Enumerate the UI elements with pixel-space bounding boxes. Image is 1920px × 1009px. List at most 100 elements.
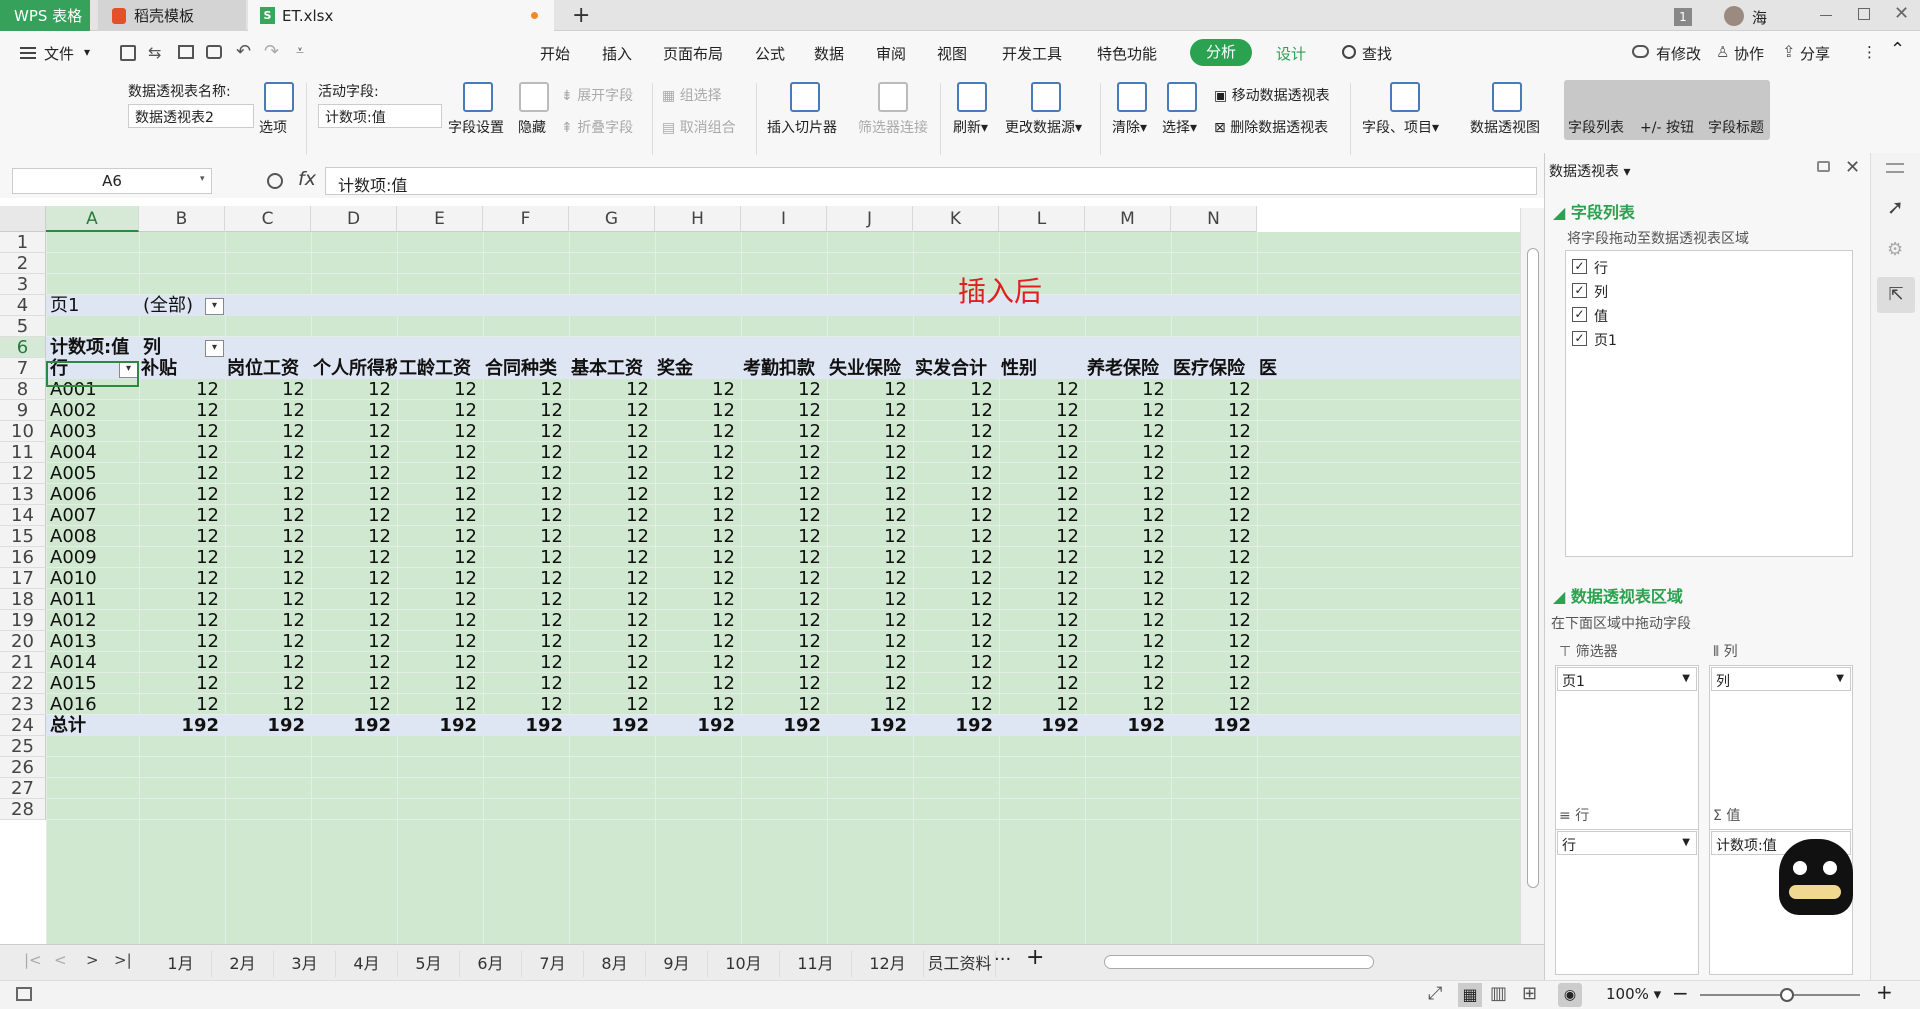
sheet-tab[interactable]: 12月 [852, 951, 924, 977]
pivot-value-cell[interactable]: 12 [225, 610, 305, 631]
pivot-value-cell[interactable]: 12 [741, 484, 821, 505]
sheet-tab[interactable]: 5月 [398, 951, 460, 977]
field-list-item[interactable]: ✓ 行 [1572, 257, 1772, 277]
move-pivot-button[interactable]: ▣ 移动数据透视表 [1214, 85, 1330, 105]
row-header-12[interactable]: 12 [0, 463, 46, 484]
pivot-value-cell[interactable]: 12 [311, 673, 391, 694]
pivot-value-cell[interactable]: 12 [311, 526, 391, 547]
pivot-value-cell[interactable]: 12 [1085, 610, 1165, 631]
close-window-icon[interactable]: ✕ [1894, 3, 1909, 24]
pivot-value-cell[interactable]: 12 [655, 610, 735, 631]
field-settings-button[interactable]: 字段设置 [448, 117, 504, 137]
row-header-28[interactable]: 28 [0, 799, 46, 820]
refresh-button[interactable]: 刷新▾ [953, 117, 988, 137]
grand-total-value[interactable]: 192 [311, 715, 391, 736]
expand-field-button[interactable]: ⇟ 展开字段 [561, 85, 633, 105]
pivot-value-cell[interactable]: 12 [225, 379, 305, 400]
pivot-value-cell[interactable]: 12 [999, 652, 1079, 673]
options-button[interactable]: 选项 [259, 117, 287, 137]
pivot-value-cell[interactable]: 12 [1085, 652, 1165, 673]
name-box[interactable]: A6 [12, 168, 212, 194]
pivot-value-cell[interactable]: 12 [655, 484, 735, 505]
tab-special-features[interactable]: 特色功能 [1097, 43, 1157, 64]
pivot-value-cell[interactable]: 12 [397, 610, 477, 631]
pivot-value-cell[interactable]: 12 [1171, 694, 1251, 715]
tab-docer-templates[interactable]: 稻壳模板 [98, 0, 246, 31]
tab-review[interactable]: 审阅 [876, 43, 906, 64]
pivot-panel-icon[interactable]: ⇱ [1877, 277, 1915, 313]
page-field-label[interactable]: 页1 [50, 295, 136, 316]
pivot-value-cell[interactable]: 12 [139, 547, 219, 568]
pivot-value-cell[interactable]: 12 [1085, 505, 1165, 526]
pivot-value-cell[interactable]: 12 [655, 379, 735, 400]
pivot-column-header[interactable]: 合同种类 [485, 358, 569, 379]
pivot-value-cell[interactable]: 12 [139, 568, 219, 589]
pivot-value-cell[interactable]: 12 [827, 484, 907, 505]
pivot-value-cell[interactable]: 12 [225, 547, 305, 568]
pivot-value-cell[interactable]: 12 [913, 694, 993, 715]
pivot-value-cell[interactable]: 12 [999, 694, 1079, 715]
pivot-row-label[interactable]: A002 [50, 400, 136, 421]
pivot-column-header[interactable]: 岗位工资 [227, 358, 311, 379]
pivot-value-cell[interactable]: 12 [827, 694, 907, 715]
pivot-value-cell[interactable]: 12 [483, 673, 563, 694]
pivot-value-cell[interactable]: 12 [999, 610, 1079, 631]
pivot-value-cell[interactable]: 12 [913, 610, 993, 631]
pivot-value-cell[interactable]: 12 [225, 673, 305, 694]
lock-icon[interactable] [1817, 161, 1830, 172]
pivot-value-cell[interactable]: 12 [827, 589, 907, 610]
pivot-value-cell[interactable]: 12 [741, 421, 821, 442]
pivot-value-cell[interactable]: 12 [569, 694, 649, 715]
zoom-slider-handle[interactable] [1780, 988, 1794, 1002]
pivot-value-cell[interactable]: 12 [139, 589, 219, 610]
save-icon[interactable] [120, 45, 136, 61]
pivot-value-cell[interactable]: 12 [569, 652, 649, 673]
tab-page-layout[interactable]: 页面布局 [663, 43, 723, 64]
pivot-value-cell[interactable]: 12 [655, 631, 735, 652]
row-header-27[interactable]: 27 [0, 778, 46, 799]
pivot-value-cell[interactable]: 12 [139, 379, 219, 400]
pivot-value-cell[interactable]: 12 [827, 505, 907, 526]
last-sheet-icon[interactable]: >| [114, 951, 132, 969]
pivot-value-cell[interactable]: 12 [655, 673, 735, 694]
pivot-value-cell[interactable]: 12 [311, 442, 391, 463]
pivot-value-cell[interactable]: 12 [397, 442, 477, 463]
column-header-k[interactable]: K [913, 206, 999, 232]
minimize-icon[interactable] [1820, 15, 1832, 16]
customize-toolbar-icon[interactable]: ⩡ [296, 43, 304, 59]
pivot-value-cell[interactable]: 12 [655, 589, 735, 610]
column-header-m[interactable]: M [1085, 206, 1171, 232]
pivot-value-cell[interactable]: 12 [999, 505, 1079, 526]
pivot-row-label[interactable]: A013 [50, 631, 136, 652]
pivot-row-label[interactable]: A011 [50, 589, 136, 610]
page-filter-dropdown[interactable]: ▾ [205, 298, 224, 315]
pivot-value-cell[interactable]: 12 [741, 589, 821, 610]
pivot-value-cell[interactable]: 12 [397, 421, 477, 442]
pivot-value-cell[interactable]: 12 [913, 505, 993, 526]
pivot-value-cell[interactable]: 12 [741, 400, 821, 421]
pivot-value-cell[interactable]: 12 [741, 610, 821, 631]
hide-button[interactable]: 隐藏 [518, 117, 546, 137]
pivot-value-cell[interactable]: 12 [1171, 589, 1251, 610]
sheet-tab[interactable]: 7月 [522, 951, 584, 977]
field-list-item[interactable]: ✓ 列 [1572, 281, 1772, 301]
pivot-value-cell[interactable]: 12 [741, 379, 821, 400]
export-icon[interactable]: ⇆ [148, 43, 161, 62]
pivot-value-cell[interactable]: 12 [139, 421, 219, 442]
field-headers-toggle[interactable]: 字段标题 [1708, 117, 1764, 137]
pivot-name-input[interactable]: 数据透视表2 [128, 104, 254, 128]
pivot-value-cell[interactable]: 12 [741, 652, 821, 673]
pivot-value-cell[interactable]: 12 [1085, 379, 1165, 400]
filter-area-item[interactable]: 页1 ▼ [1557, 667, 1697, 691]
pivot-value-cell[interactable]: 12 [913, 568, 993, 589]
insert-function-icon[interactable]: fx [298, 168, 316, 190]
pivot-value-cell[interactable]: 12 [1085, 463, 1165, 484]
pivot-value-cell[interactable]: 12 [741, 463, 821, 484]
row-header-9[interactable]: 9 [0, 400, 46, 421]
pivot-value-cell[interactable]: 12 [397, 463, 477, 484]
h-scroll-thumb[interactable] [1104, 955, 1374, 969]
pivot-value-cell[interactable]: 12 [225, 589, 305, 610]
pivot-value-cell[interactable]: 12 [139, 526, 219, 547]
group-selection-button[interactable]: ▦ 组选择 [662, 85, 722, 105]
file-menu[interactable]: 文件 [44, 43, 74, 64]
